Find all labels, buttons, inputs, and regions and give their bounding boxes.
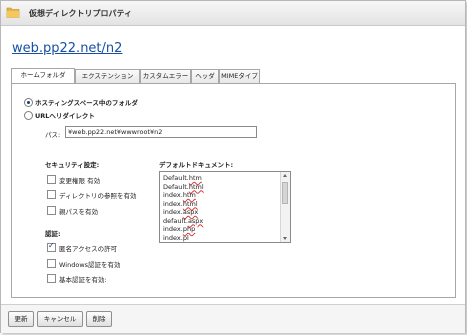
security-heading: セキュリティ設定: [45, 161, 100, 169]
delete-button[interactable]: 削除 [86, 311, 112, 327]
tab-mime-types[interactable]: MIMEタイプ [219, 69, 260, 83]
auth-heading: 認証: [45, 230, 61, 238]
list-item: index.aspx [163, 208, 199, 216]
checkbox-windows-auth[interactable] [47, 259, 56, 268]
scroll-up-icon[interactable] [283, 174, 287, 177]
checkbox-anonymous-access[interactable] [47, 241, 56, 252]
list-item: index.htm [163, 191, 196, 199]
checkbox-basic-auth[interactable] [47, 274, 56, 283]
radio-url-redirect[interactable] [24, 111, 33, 120]
list-item: index.pl [163, 233, 189, 242]
button-bar: 更新 キャンセル 削除 [1, 304, 465, 333]
tab-home-folder[interactable]: ホームフォルダ [11, 68, 75, 83]
default-docs-scrollbar[interactable] [280, 172, 290, 242]
radio-hosting-folder-label: ホスティングスペース中のフォルダ [35, 99, 138, 107]
tab-custom-errors[interactable]: カスタムエラー [140, 69, 191, 83]
tab-headers[interactable]: ヘッダ [191, 69, 219, 83]
checkbox-directory-browsing-label: ディレクトリの参照を有効 [59, 192, 137, 200]
checkbox-basic-auth-label: 基本認証を有効: [59, 276, 107, 284]
window-title: 仮想ディレクトリプロパティ [29, 9, 132, 18]
checkbox-parent-paths[interactable] [47, 206, 56, 215]
properties-window: 仮想ディレクトリプロパティ web.pp22.net/n2 ホームフォルダ エク… [0, 0, 466, 333]
cancel-button[interactable]: キャンセル [37, 311, 83, 327]
list-item: Default.html [163, 182, 204, 191]
update-button[interactable]: 更新 [8, 311, 34, 327]
list-item: index.html [163, 199, 198, 208]
scroll-thumb[interactable] [282, 182, 288, 204]
title-bar: 仮想ディレクトリプロパティ [1, 1, 465, 26]
default-docs-heading: デフォルトドキュメント: [159, 161, 234, 169]
checkbox-write-permission[interactable] [47, 175, 56, 184]
path-label: パス: [45, 131, 61, 139]
list-item: Default.htm [163, 174, 202, 182]
breadcrumb-link[interactable]: web.pp22.net/n2 [12, 41, 122, 56]
radio-url-redirect-label: URLへリダイレクト [35, 112, 95, 120]
tab-extensions[interactable]: エクステンション [75, 69, 140, 83]
path-input[interactable] [65, 126, 257, 138]
checkbox-anonymous-access-label: 匿名アクセスの許可 [59, 245, 118, 253]
folder-icon [6, 7, 20, 18]
scroll-down-icon[interactable] [283, 237, 287, 240]
checkbox-write-permission-label: 変更権限 有効 [59, 177, 101, 185]
checkbox-windows-auth-label: Windows認証を有効 [59, 261, 121, 269]
checkbox-parent-paths-label: 親パスを有効 [59, 208, 98, 216]
checkbox-directory-browsing[interactable] [47, 190, 56, 199]
list-item: index.php [163, 225, 196, 233]
list-item: default.aspx [163, 216, 204, 225]
radio-hosting-folder[interactable] [24, 98, 33, 107]
default-docs-list[interactable]: Default.htm Default.html index.htm index… [159, 171, 291, 243]
